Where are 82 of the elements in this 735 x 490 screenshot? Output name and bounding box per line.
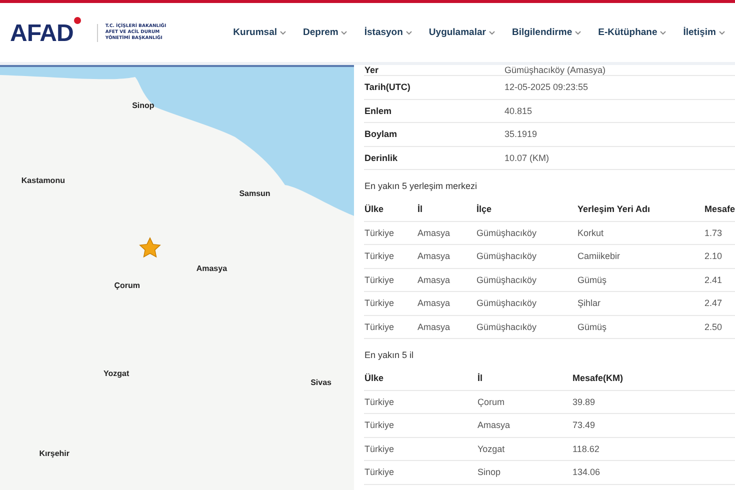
table-cell-text: Türkiye <box>364 322 395 332</box>
city-label: Sinop <box>132 100 154 110</box>
column-header: Yerleşim Yeri Adı <box>577 204 652 214</box>
table-cell-text: 2.50 <box>704 322 724 332</box>
detail-value: 10.07 (KM) <box>504 152 550 163</box>
city-label: Amasya <box>196 264 228 274</box>
column-header: İlçe <box>476 204 492 214</box>
map[interactable]: Sinop Kastamonu Samsun Amasya Çorum Yozgat Sivas Kırşehir <box>0 65 354 490</box>
chevron-down-icon <box>341 30 348 34</box>
chevron-down-icon <box>660 30 666 34</box>
table-cell-text: 2.41 <box>704 274 724 285</box>
table-cell-text: Amasya <box>417 228 451 238</box>
table-cell-text: 2.10 <box>704 251 724 262</box>
table-cell-text: Amasya <box>477 420 511 430</box>
column-header: İl <box>477 373 484 384</box>
table-cell-text: Amasya <box>417 298 451 308</box>
nav-menu-item[interactable]: İstasyon <box>364 27 412 38</box>
table-cell-text: 1.73 <box>704 228 724 238</box>
table-cell-text: Amasya <box>417 251 451 262</box>
table-cell-text: Türkiye <box>364 396 395 407</box>
nav-menu-item[interactable]: Kurumsal <box>233 27 286 38</box>
table-cell-text: Türkiye <box>364 298 395 308</box>
table-cell-text: Yozgat <box>477 444 506 454</box>
chevron-down-icon <box>406 30 412 34</box>
city-label: Çorum <box>114 281 140 290</box>
table-cell-text: Gümüş <box>577 274 608 285</box>
city-label: Yozgat <box>104 369 130 378</box>
detail-label: Yer <box>364 65 380 75</box>
table-cell-text: Amasya <box>417 322 451 332</box>
table-cell-text: Türkiye <box>364 467 395 478</box>
column-header: Mesafe(KM) <box>572 373 624 384</box>
table-cell-text: Şihlar <box>577 298 602 308</box>
nav-menu-item[interactable]: Uygulamalar <box>428 27 495 38</box>
table-cell-text: 39.89 <box>572 396 596 407</box>
column-header: Ülke <box>364 373 384 384</box>
column-header: İl <box>417 204 424 214</box>
table-cell-text: 134.06 <box>572 467 602 478</box>
table-cell-text: 118.62 <box>572 444 600 454</box>
table-cell-text: Sinop <box>477 467 502 478</box>
table-cell-text: 73.49 <box>572 420 596 430</box>
detail-value: Gümüşhacıköy (Amasya) <box>504 65 607 75</box>
table-cell-text: Gümüşhacıköy <box>476 322 538 332</box>
table-cell-text: Türkiye <box>364 420 395 430</box>
chevron-down-icon <box>575 30 582 34</box>
section-title: En yakın 5 il <box>364 348 415 362</box>
detail-label: Tarih(UTC) <box>364 82 412 92</box>
table-cell-text: Korkut <box>577 228 604 238</box>
table-cell-text: Amasya <box>417 274 451 285</box>
column-header: Ülke <box>364 204 384 214</box>
city-label: Kırşehir <box>39 449 70 458</box>
chevron-down-icon <box>280 30 286 34</box>
detail-value: 35.1919 <box>504 129 538 140</box>
table-cell-text: Gümüş <box>577 322 608 332</box>
table-cell-text: Gümüşhacıköy <box>476 251 538 262</box>
city-label: Kastamonu <box>21 176 65 186</box>
nav-menu-item[interactable]: E-Kütüphane <box>598 27 666 38</box>
detail-label: Boylam <box>364 129 398 140</box>
chevron-down-icon <box>488 30 495 34</box>
table-cell-text: Gümüşhacıköy <box>476 298 538 308</box>
chevron-down-icon <box>719 30 725 34</box>
section-title: En yakın 5 yerleşim merkezi <box>364 180 478 193</box>
nav-menu-item[interactable]: Deprem <box>303 27 348 38</box>
table-cell-text: Çorum <box>477 396 506 407</box>
table-cell-text: Türkiye <box>364 444 395 454</box>
nav-menu-item[interactable]: Bilgilendirme <box>512 27 582 38</box>
afad-logo[interactable]: AFAD <box>10 17 82 48</box>
city-label: Sivas <box>310 378 332 387</box>
table-cell-text: Türkiye <box>364 274 395 285</box>
city-label: Samsun <box>239 188 270 198</box>
nav-menu-item[interactable]: İletişim <box>683 27 725 38</box>
detail-value: 40.815 <box>504 106 534 116</box>
table-cell-text: Gümüşhacıköy <box>476 228 538 238</box>
table-cell-text: 2.47 <box>704 298 724 308</box>
detail-value: 12-05-2025 09:23:55 <box>504 82 590 92</box>
detail-label: Enlem <box>364 106 392 116</box>
column-header: Mesafe <box>704 204 735 214</box>
table-cell-text: Gümüşhacıköy <box>476 274 538 285</box>
table-cell-text: Türkiye <box>364 228 395 238</box>
table-cell-text: Camiikebir <box>577 251 621 262</box>
table-cell-text: Türkiye <box>364 251 395 262</box>
star-icon[interactable] <box>138 236 161 259</box>
detail-label: Derinlik <box>364 152 398 163</box>
